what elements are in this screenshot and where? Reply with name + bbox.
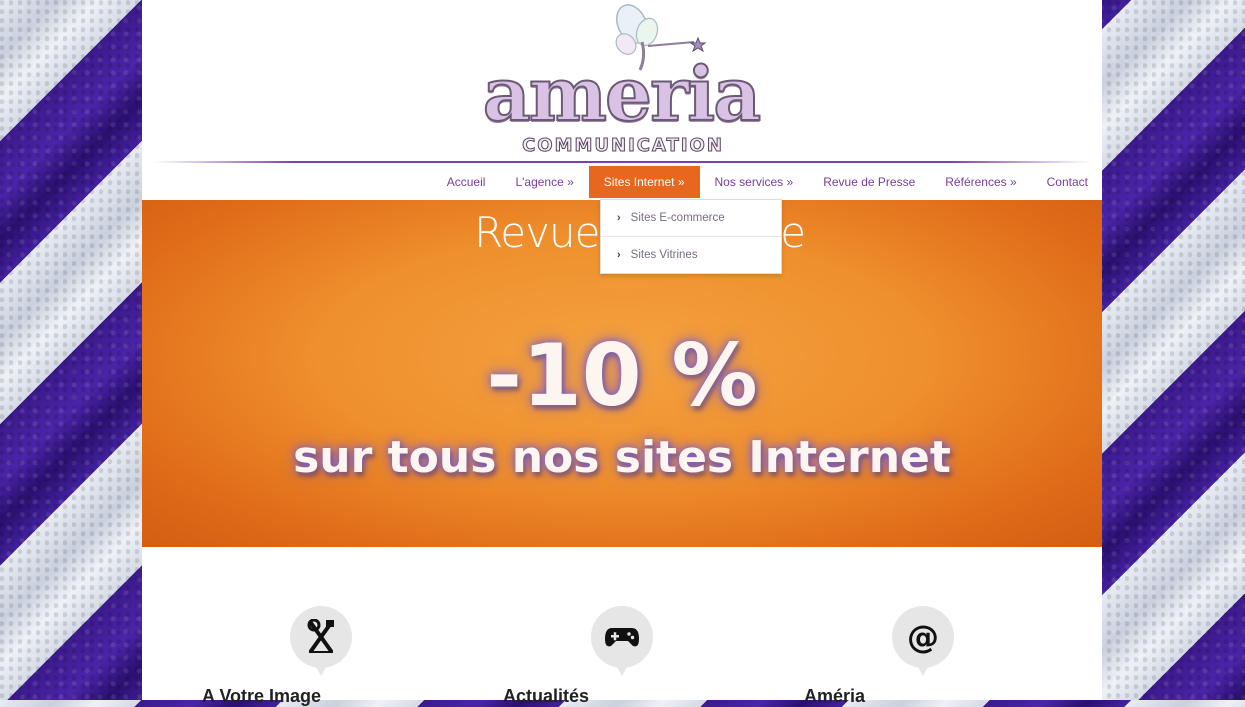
logo-subtitle: COMMUNICATION [522, 135, 724, 157]
logo-wordmark: ameria [482, 52, 762, 138]
banner-discount: -10 % [486, 326, 758, 426]
tools-icon[interactable] [290, 606, 352, 676]
nav-item-agence[interactable]: L'agence » [500, 166, 588, 198]
nav-item-accueil[interactable]: Accueil [432, 166, 501, 198]
gamepad-icon[interactable] [591, 606, 653, 676]
dropdown-item-label: Sites E-commerce [630, 212, 725, 224]
nav-item-sites-internet[interactable]: Sites Internet » [588, 166, 700, 198]
site-logo[interactable]: ameria COMMUNICATION [462, 0, 782, 160]
nav-item-references[interactable]: Références » [930, 166, 1031, 198]
nav-item-nos-services[interactable]: Nos services » [700, 166, 809, 198]
feature-title: Actualités [503, 686, 590, 706]
sites-internet-dropdown: › Sites E-commerce › Sites Vitrines [600, 199, 782, 274]
chevron-right-icon: › [617, 212, 621, 224]
page-container: ameria COMMUNICATION Accueil L'agence » … [142, 0, 1102, 706]
feature-title: A Votre Image [202, 686, 322, 706]
nav-item-contact[interactable]: Contact [1032, 166, 1090, 198]
main-navigation: Accueil L'agence » Sites Internet » Nos … [432, 166, 1090, 198]
banner-subtitle: sur tous nos sites Internet [293, 432, 951, 483]
dropdown-item-ecommerce[interactable]: › Sites E-commerce [601, 200, 781, 236]
at-sign-icon[interactable]: @ [892, 606, 954, 676]
nav-divider [154, 161, 1090, 163]
nav-item-revue-de-presse[interactable]: Revue de Presse [808, 166, 930, 198]
feature-title: Améria [804, 686, 866, 706]
dropdown-item-vitrines[interactable]: › Sites Vitrines [601, 236, 781, 273]
dropdown-item-label: Sites Vitrines [630, 249, 698, 261]
chevron-right-icon: › [617, 249, 621, 261]
